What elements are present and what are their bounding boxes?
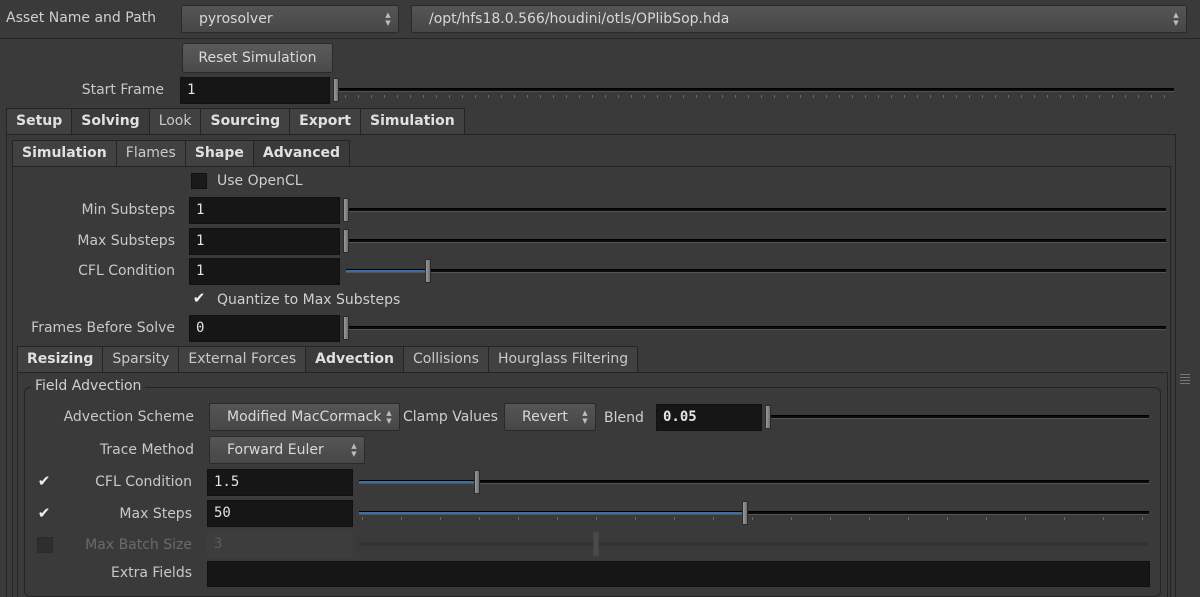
tab-external-forces[interactable]: External Forces	[178, 346, 307, 373]
up-down-arrows-icon: ▲ ▼	[351, 442, 357, 458]
field-advection-title: Field Advection	[31, 378, 146, 394]
main-tab-bar: Setup Solving Look Sourcing Export Simul…	[6, 108, 465, 135]
blend-field[interactable]: 0.05	[656, 404, 762, 431]
tab-advection[interactable]: Advection	[305, 346, 404, 373]
reset-simulation-button[interactable]: Reset Simulation	[182, 43, 333, 73]
up-down-arrows-icon: ▲ ▼	[582, 409, 588, 425]
advection-cfl-condition-slider-fill	[359, 481, 476, 483]
checkmark-icon: ✔	[192, 289, 206, 307]
asset-name-value: pyrosolver	[199, 11, 273, 27]
max-steps-ticks	[362, 517, 1148, 520]
tab-advanced[interactable]: Advanced	[252, 140, 351, 167]
up-down-arrows-icon: ▲ ▼	[1173, 11, 1179, 27]
use-opencl-checkbox[interactable]	[191, 173, 207, 189]
checkmark-icon: ✔	[37, 472, 51, 490]
advection-cfl-condition-field[interactable]: 1.5	[207, 469, 353, 496]
max-steps-slider-fill	[359, 512, 744, 514]
tab-flames[interactable]: Flames	[115, 140, 186, 167]
advection-cfl-condition-label: CFL Condition	[95, 474, 192, 490]
cfl-condition-slider-fill	[346, 270, 426, 272]
checkmark-icon: ✔	[37, 504, 51, 522]
tab-solving[interactable]: Solving	[71, 108, 150, 135]
max-substeps-field[interactable]: 1	[189, 228, 340, 255]
asset-path-menu[interactable]: /opt/hfs18.0.566/houdini/otls/OPlibSop.h…	[411, 5, 1187, 33]
cfl-condition-enable-checkbox[interactable]: ✔	[36, 474, 52, 490]
quantize-checkbox[interactable]: ✔	[191, 291, 207, 307]
cfl-condition-field[interactable]: 1	[189, 258, 340, 285]
min-substeps-slider[interactable]	[346, 208, 1166, 212]
tab-simulation-sub[interactable]: Simulation	[12, 140, 117, 167]
start-frame-label: Start Frame	[81, 82, 164, 98]
frames-before-solve-field[interactable]: 0	[189, 315, 340, 342]
tab-setup[interactable]: Setup	[6, 108, 73, 135]
advection-tab-bar: Resizing Sparsity External Forces Advect…	[17, 346, 639, 373]
max-batch-size-field: 3	[207, 531, 353, 558]
tab-export[interactable]: Export	[289, 108, 361, 135]
sub-tab-bar: Simulation Flames Shape Advanced	[12, 140, 351, 167]
asset-path-value: /opt/hfs18.0.566/houdini/otls/OPlibSop.h…	[429, 11, 730, 27]
trace-method-label: Trace Method	[99, 442, 194, 458]
quantize-label: Quantize to Max Substeps	[217, 292, 401, 308]
min-substeps-label: Min Substeps	[81, 202, 175, 218]
start-frame-slider[interactable]	[336, 88, 1174, 92]
trace-method-value: Forward Euler	[227, 442, 324, 458]
tab-hourglass-filtering[interactable]: Hourglass Filtering	[487, 346, 639, 373]
max-batch-size-label: Max Batch Size	[85, 537, 192, 553]
asset-label: Asset Name and Path	[6, 10, 157, 26]
advection-cfl-condition-slider-handle[interactable]	[474, 470, 480, 494]
blend-slider-handle[interactable]	[765, 405, 771, 429]
max-steps-slider[interactable]	[359, 511, 1149, 515]
cfl-condition-label: CFL Condition	[78, 263, 175, 279]
max-batch-size-slider	[359, 542, 1149, 546]
frames-before-solve-slider[interactable]	[346, 326, 1166, 330]
max-steps-field[interactable]: 50	[207, 500, 353, 527]
advection-scheme-menu[interactable]: Modified MacCormack ▲ ▼	[209, 403, 400, 431]
frames-before-solve-slider-handle[interactable]	[343, 316, 349, 340]
tab-sparsity[interactable]: Sparsity	[102, 346, 180, 373]
divider	[0, 38, 1200, 39]
max-substeps-slider-handle[interactable]	[343, 229, 349, 253]
up-down-arrows-icon: ▲ ▼	[386, 409, 392, 425]
extra-fields-field[interactable]	[207, 561, 1150, 587]
frames-before-solve-label: Frames Before Solve	[31, 320, 175, 336]
start-frame-slider-handle[interactable]	[333, 78, 339, 102]
max-substeps-slider[interactable]	[346, 239, 1166, 243]
cfl-condition-slider-handle[interactable]	[425, 259, 431, 283]
tab-shape[interactable]: Shape	[184, 140, 254, 167]
tab-look[interactable]: Look	[148, 108, 202, 135]
resize-grip-icon[interactable]	[1180, 374, 1190, 384]
tab-sourcing[interactable]: Sourcing	[200, 108, 291, 135]
advection-scheme-label: Advection Scheme	[63, 409, 194, 425]
blend-label: Blend	[604, 410, 644, 426]
tab-simulation[interactable]: Simulation	[360, 108, 465, 135]
max-substeps-label: Max Substeps	[77, 233, 175, 249]
max-batch-size-enable-checkbox[interactable]	[37, 537, 53, 553]
advection-scheme-value: Modified MacCormack	[227, 409, 382, 425]
trace-method-menu[interactable]: Forward Euler ▲ ▼	[209, 436, 365, 464]
asset-name-menu[interactable]: pyrosolver ▲ ▼	[181, 5, 399, 33]
tab-resizing[interactable]: Resizing	[17, 346, 104, 373]
use-opencl-label: Use OpenCL	[217, 173, 303, 189]
blend-slider[interactable]	[768, 415, 1149, 419]
cfl-condition-slider[interactable]	[346, 269, 1166, 273]
min-substeps-slider-handle[interactable]	[343, 198, 349, 222]
max-steps-enable-checkbox[interactable]: ✔	[36, 506, 52, 522]
start-frame-field[interactable]: 1	[180, 77, 330, 104]
clamp-values-value: Revert	[522, 409, 568, 425]
max-batch-size-slider-handle	[593, 532, 599, 556]
clamp-values-menu[interactable]: Revert ▲ ▼	[504, 403, 596, 431]
timeline-ticks	[345, 95, 1171, 98]
tab-collisions[interactable]: Collisions	[403, 346, 489, 373]
clamp-values-label: Clamp Values	[403, 409, 498, 425]
extra-fields-label: Extra Fields	[110, 565, 192, 581]
max-steps-slider-handle[interactable]	[742, 501, 748, 525]
up-down-arrows-icon: ▲ ▼	[385, 11, 391, 27]
min-substeps-field[interactable]: 1	[189, 197, 340, 224]
max-steps-label: Max Steps	[119, 506, 192, 522]
